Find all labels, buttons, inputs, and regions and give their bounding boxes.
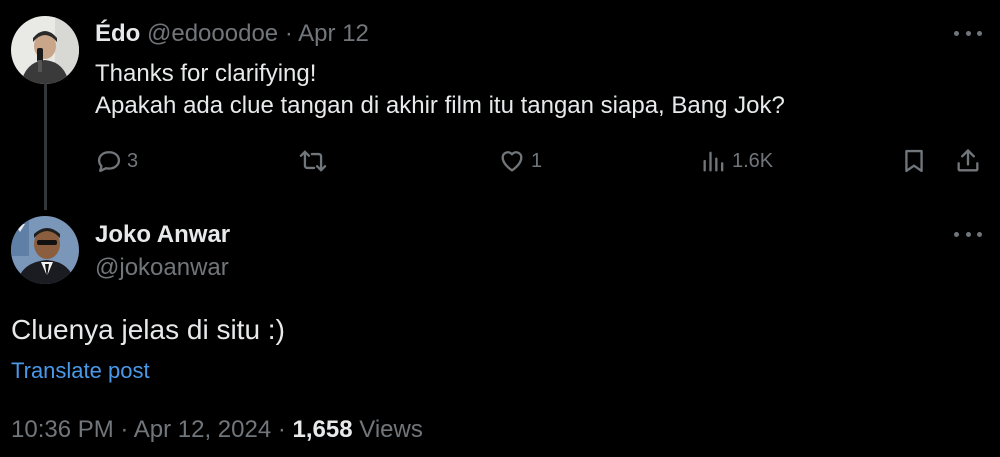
reply-date[interactable]: Apr 12	[298, 20, 369, 47]
views-bar-chart-icon	[700, 147, 728, 175]
reply-button[interactable]: 3	[95, 143, 138, 179]
reply-count: 3	[127, 149, 139, 172]
tweet-views-count: 1,658	[292, 416, 353, 443]
main-author-name[interactable]: Joko Anwar	[95, 219, 230, 251]
bookmark-button[interactable]	[900, 143, 928, 179]
views-count: 1.6K	[732, 149, 774, 172]
tweet-metadata: 10:36 PM · Apr 12, 2024 · 1,658 Views	[11, 414, 423, 446]
bookmark-icon	[900, 147, 928, 175]
main-author-handle[interactable]: @jokoanwar	[95, 252, 229, 284]
reply-tweet-text: Thanks for clarifying! Apakah ada clue t…	[95, 58, 785, 122]
reply-text-line-1: Thanks for clarifying!	[95, 60, 317, 87]
meta-separator-1: ·	[120, 416, 129, 443]
main-more-icon[interactable]	[954, 229, 982, 239]
reply-more-icon[interactable]	[954, 28, 982, 38]
tweet-views-label: Views	[359, 416, 423, 443]
tweet-date[interactable]: Apr 12, 2024	[134, 416, 271, 443]
reply-author-name[interactable]: Édo	[95, 20, 140, 47]
reply-tweet-header: Édo @edooodoe · Apr 12	[95, 18, 369, 50]
avatar-joko-anwar[interactable]	[11, 216, 79, 284]
reply-icon	[95, 147, 123, 175]
reply-action-bar: 3 1 1.6K	[0, 143, 1000, 179]
translate-post-link[interactable]: Translate post	[11, 357, 150, 385]
reply-author-handle[interactable]: @edooodoe	[147, 20, 278, 47]
like-count: 1	[531, 149, 543, 172]
retweet-button[interactable]	[298, 143, 332, 179]
avatar-edo[interactable]	[11, 16, 79, 84]
share-button[interactable]	[953, 143, 983, 179]
retweet-icon	[298, 147, 328, 175]
views-button[interactable]: 1.6K	[700, 143, 773, 179]
main-tweet-text: Cluenya jelas di situ :)	[11, 314, 285, 345]
reply-text-line-2: Apakah ada clue tangan di akhir film itu…	[95, 92, 785, 119]
heart-icon	[497, 147, 527, 175]
meta-separator-2: ·	[277, 416, 286, 443]
reply-header-separator: ·	[284, 20, 293, 47]
like-button[interactable]: 1	[497, 143, 542, 179]
tweet-time[interactable]: 10:36 PM	[11, 416, 114, 443]
share-icon	[953, 147, 983, 175]
